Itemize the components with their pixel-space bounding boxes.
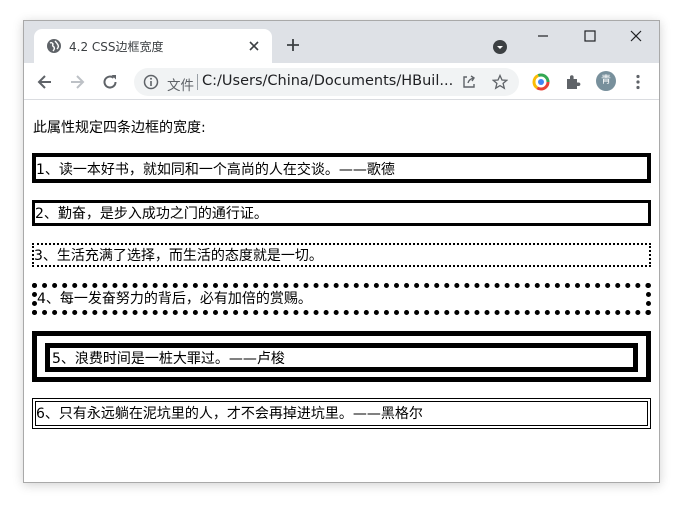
paragraph-nested-solid-border: 5、浪费时间是一桩大罪过。——卢梭 (32, 331, 651, 382)
chrome-extension-icon[interactable] (532, 73, 550, 91)
page-content: 此属性规定四条边框的宽度: 1、读一本好书，就如同和一个高尚的人在交谈。——歌德… (24, 100, 659, 482)
info-icon[interactable] (143, 74, 159, 90)
address-bar[interactable]: 文件 C:/Users/China/Documents/HBuil... (134, 68, 519, 96)
share-icon[interactable] (461, 74, 477, 90)
paragraph-thick-dotted-border: 4、每一发奋努力的背后，必有加倍的赏赐。 (32, 283, 651, 315)
tab-strip: 4.2 CSS边框宽度 (24, 21, 659, 63)
tab-search-icon[interactable] (492, 39, 508, 55)
globe-icon (47, 39, 61, 53)
inner-border-box: 5、浪费时间是一桩大罪过。——卢梭 (45, 343, 638, 372)
minimize-icon[interactable] (536, 29, 550, 43)
browser-window: 4.2 CSS边框宽度 文件 C:/Users/China/Documents/… (23, 20, 660, 483)
intro-text: 此属性规定四条边框的宽度: (33, 120, 206, 136)
close-window-icon[interactable] (629, 29, 643, 43)
extensions-puzzle-icon[interactable] (564, 73, 582, 91)
paragraph-text: 5、浪费时间是一桩大罪过。——卢梭 (52, 351, 285, 367)
menu-dots-icon[interactable] (629, 73, 647, 91)
paragraph-double-border: 6、只有永远躺在泥坑里的人，才不会再掉进坑里。——黑格尔 (32, 398, 651, 429)
paragraph-text: 1、读一本好书，就如同和一个高尚的人在交谈。——歌德 (36, 162, 395, 178)
omnibox-separator (197, 74, 198, 90)
bookmark-star-icon[interactable] (492, 74, 508, 90)
new-tab-icon[interactable] (286, 38, 300, 52)
paragraph-text: 4、每一发奋努力的背后，必有加倍的赏赐。 (37, 291, 312, 307)
paragraph-text: 2、勤奋，是步入成功之门的通行证。 (35, 206, 268, 222)
navigation-toolbar: 文件 C:/Users/China/Documents/HBuil... 青 (24, 63, 659, 100)
browser-tab[interactable]: 4.2 CSS边框宽度 (34, 29, 272, 63)
close-tab-icon[interactable] (248, 40, 260, 52)
maximize-icon[interactable] (583, 29, 597, 43)
back-icon[interactable] (36, 73, 54, 91)
url-text[interactable]: C:/Users/China/Documents/HBuil... (202, 73, 453, 89)
paragraph-text: 3、生活充满了选择，而生活的态度就是一切。 (34, 248, 323, 264)
paragraph-4px-solid-border: 1、读一本好书，就如同和一个高尚的人在交谈。——歌德 (32, 153, 651, 183)
paragraph-thin-dotted-border: 3、生活充满了选择，而生活的态度就是一切。 (32, 243, 651, 267)
tab-title: 4.2 CSS边框宽度 (69, 40, 164, 54)
file-label: 文件 (167, 78, 194, 94)
paragraph-text: 6、只有永远躺在泥坑里的人，才不会再掉进坑里。——黑格尔 (36, 406, 423, 422)
paragraph-3px-solid-border: 2、勤奋，是步入成功之门的通行证。 (32, 200, 651, 226)
forward-icon[interactable] (68, 73, 86, 91)
reload-icon[interactable] (101, 73, 119, 91)
profile-avatar[interactable]: 青 (596, 71, 616, 91)
